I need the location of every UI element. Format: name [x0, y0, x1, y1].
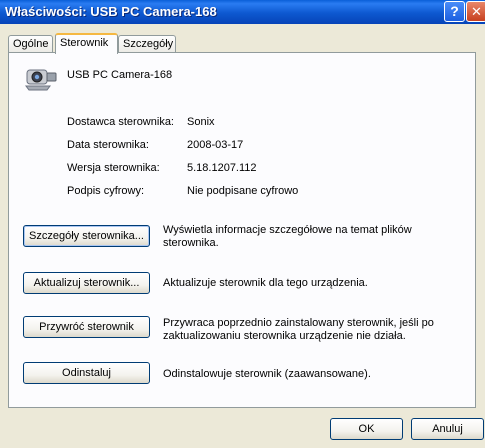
update-driver-button[interactable]: Aktualizuj sterownik... [23, 272, 150, 294]
driver-version-value: 5.18.1207.112 [187, 162, 257, 174]
webcam-icon [25, 69, 57, 91]
tab-driver[interactable]: Sterownik [55, 33, 118, 54]
uninstall-description: Odinstalowuje sterownik (zaawansowane). [163, 368, 371, 380]
cancel-button[interactable]: Anuluj [411, 418, 484, 440]
tab-details[interactable]: Szczegóły [118, 35, 176, 52]
driver-tab-panel: USB PC Camera-168 Dostawca sterownika: S… [8, 52, 476, 408]
ok-button[interactable]: OK [330, 418, 403, 440]
driver-date-label: Data sterownika: [67, 139, 149, 151]
close-button[interactable]: ✕ [466, 1, 485, 22]
title-bar[interactable]: Właściwości: USB PC Camera-168 ? ✕ [0, 0, 485, 24]
driver-provider-value: Sonix [187, 116, 215, 128]
driver-provider-label: Dostawca sterownika: [67, 116, 174, 128]
roll-back-driver-description: Przywraca poprzednio zainstalowany stero… [163, 317, 434, 342]
driver-details-description: Wyświetla informacje szczegółowe na tema… [163, 224, 412, 249]
update-driver-description: Aktualizuje sterownik dla tego urządzeni… [163, 277, 368, 289]
driver-details-button[interactable]: Szczegóły sterownika... [23, 225, 150, 247]
window-title: Właściwości: USB PC Camera-168 [5, 4, 217, 19]
digital-signer-label: Podpis cyfrowy: [67, 185, 145, 197]
device-name: USB PC Camera-168 [67, 69, 173, 81]
driver-version-label: Wersja sterownika: [67, 162, 160, 174]
help-button[interactable]: ? [444, 1, 465, 22]
digital-signer-value: Nie podpisane cyfrowo [187, 185, 299, 197]
uninstall-button[interactable]: Odinstaluj [23, 362, 150, 384]
roll-back-driver-button[interactable]: Przywróć sterownik [23, 316, 150, 338]
driver-date-value: 2008-03-17 [187, 139, 244, 151]
tab-general[interactable]: Ogólne [8, 35, 53, 52]
properties-dialog: Właściwości: USB PC Camera-168 ? ✕ Ogóln… [0, 0, 485, 448]
